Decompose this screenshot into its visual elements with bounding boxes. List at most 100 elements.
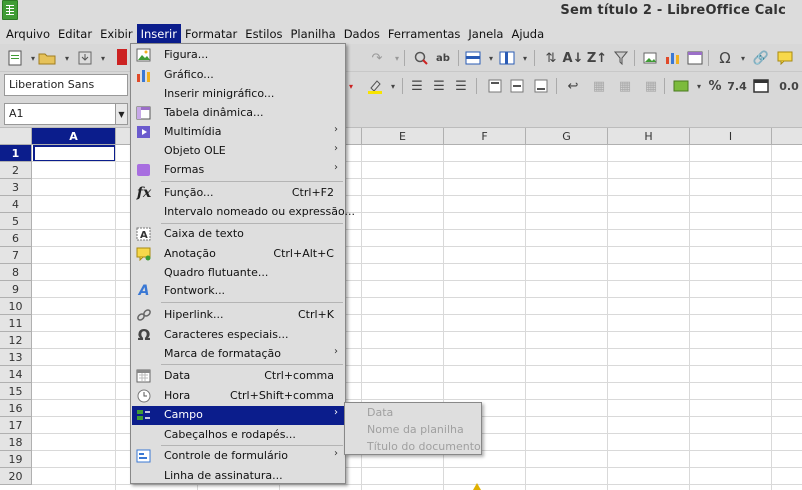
row-header[interactable]: 15 [0,383,32,400]
sort-descending-icon[interactable]: Z↑ [587,49,607,67]
sort-ascending-icon[interactable]: A↓ [563,49,584,67]
align-center-icon[interactable]: ☰ [430,77,448,95]
menu-item-quadro-flutuante[interactable]: Quadro flutuante... [132,264,344,283]
menu-dados[interactable]: Dados [340,24,384,44]
menu-estilos[interactable]: Estilos [241,24,286,44]
submenu-item-nome-da-planilha[interactable]: Nome da planilha [367,423,464,436]
menu-item-tabela-dinamica[interactable]: Tabela dinâmica... [132,104,344,123]
row-header[interactable]: 10 [0,298,32,315]
add-decimal-icon[interactable]: 0.0 [779,77,799,95]
menu-item-multimidia[interactable]: Multimídia › [132,123,344,142]
row-header[interactable]: 12 [0,332,32,349]
percent-format-icon[interactable]: % [706,77,724,95]
column-header-i[interactable]: I [690,128,772,145]
row-header[interactable]: 14 [0,366,32,383]
row-header[interactable]: 9 [0,281,32,298]
align-left-icon[interactable]: ☰ [408,77,426,95]
row-header[interactable]: 17 [0,417,32,434]
column-dropdown-icon[interactable]: ▾ [516,49,534,67]
sort-icon[interactable]: ⇅ [542,49,560,67]
menu-item-hora[interactable]: Hora Ctrl+Shift+comma [132,387,344,406]
menu-planilha[interactable]: Planilha [286,24,339,44]
align-bottom-icon[interactable] [532,77,550,95]
menu-editar[interactable]: Editar [54,24,96,44]
menu-exibir[interactable]: Exibir [96,24,137,44]
row-header[interactable]: 2 [0,162,32,179]
submenu-item-titulo-do-documento[interactable]: Título do documento [367,440,481,453]
row-header[interactable]: 4 [0,196,32,213]
merge-center-icon[interactable]: ▦ [616,77,634,95]
row-header[interactable]: 18 [0,434,32,451]
highlight-dropdown-icon[interactable]: ▾ [384,77,402,95]
row-header[interactable]: 16 [0,400,32,417]
menu-item-grafico[interactable]: Gráfico... [132,66,344,85]
menu-item-caixa-de-texto[interactable]: A Caixa de texto [132,225,344,244]
menu-item-linha-de-assinatura[interactable]: Linha de assinatura... [132,467,344,486]
row-header[interactable]: 1 [0,145,32,162]
pivot-table-icon[interactable] [686,49,704,67]
row-header[interactable]: 6 [0,230,32,247]
menu-ferramentas[interactable]: Ferramentas [384,24,464,44]
row-header[interactable]: 5 [0,213,32,230]
column-header-f[interactable]: F [444,128,526,145]
menu-item-intervalo-nomeado[interactable]: Intervalo nomeado ou expressão... [132,203,355,222]
column-header-h[interactable]: H [608,128,690,145]
menu-item-objeto-ole[interactable]: Objeto OLE › [132,142,344,161]
menu-item-caracteres-especiais[interactable]: Ω Caracteres especiais... [132,326,344,345]
menu-item-figura[interactable]: Figura... [132,46,344,65]
wrap-text-icon[interactable]: ↩ [564,77,582,95]
menu-item-controle-formulario[interactable]: Controle de formulário › [132,447,344,466]
menu-item-marca-de-formatacao[interactable]: Marca de formatação › [132,345,344,364]
redo-icon[interactable]: ↷ [368,49,386,67]
save-dropdown-icon[interactable]: ▾ [94,49,112,67]
open-folder-icon[interactable] [38,49,56,67]
autofilter-icon[interactable] [612,49,630,67]
menu-item-minigrafico[interactable]: Inserir minigráfico... [132,85,344,104]
menu-inserir[interactable]: Inserir [136,24,181,44]
menu-ajuda[interactable]: Ajuda [507,24,548,44]
unmerge-icon[interactable]: ▦ [642,77,660,95]
menu-item-fontwork[interactable]: A Fontwork... [132,282,344,301]
align-middle-icon[interactable] [508,77,526,95]
insert-chart-icon[interactable] [664,49,682,67]
column-header-j[interactable] [772,128,802,145]
spellcheck-icon[interactable]: ab [434,49,452,67]
menu-item-funcao[interactable]: fx Função... Ctrl+F2 [132,184,344,203]
menu-item-hiperlink[interactable]: Hiperlink... Ctrl+K [132,306,344,325]
row-header[interactable]: 19 [0,451,32,468]
font-name-input[interactable]: Liberation Sans [4,74,128,96]
row-header[interactable]: 7 [0,247,32,264]
special-character-icon[interactable]: Ω [716,49,734,67]
find-replace-icon[interactable] [412,49,430,67]
column-icon[interactable] [498,49,516,67]
active-cell-cursor[interactable] [33,145,116,162]
merge-cells-icon[interactable]: ▦ [590,77,608,95]
currency-format-icon[interactable] [672,77,690,95]
align-top-icon[interactable] [486,77,504,95]
highlight-color-icon[interactable] [366,77,384,95]
special-character-dropdown-icon[interactable]: ▾ [734,49,752,67]
comment-toolbar-icon[interactable] [776,49,794,67]
name-box[interactable]: A1 [4,103,116,125]
menu-janela[interactable]: Janela [464,24,507,44]
number-format-icon[interactable]: 7.4 [727,77,747,95]
save-icon[interactable] [76,49,94,67]
new-document-icon[interactable] [6,49,24,67]
menu-item-anotacao[interactable]: Anotação Ctrl+Alt+C [132,245,344,264]
row-header[interactable]: 11 [0,315,32,332]
menu-item-formas[interactable]: Formas › [132,161,344,180]
submenu-item-data[interactable]: Data [367,406,393,419]
date-format-icon[interactable] [752,77,770,95]
row-header[interactable]: 3 [0,179,32,196]
column-header-e[interactable]: E [362,128,444,145]
name-box-dropdown-icon[interactable]: ▼ [116,103,128,125]
menu-arquivo[interactable]: Arquivo [2,24,54,44]
menu-item-cabecalhos-rodapes[interactable]: Cabeçalhos e rodapés... [132,426,344,445]
row-header[interactable]: 8 [0,264,32,281]
row-header[interactable]: 20 [0,468,32,485]
menu-formatar[interactable]: Formatar [181,24,241,44]
menu-item-data[interactable]: Data Ctrl+comma [132,367,344,386]
align-right-icon[interactable]: ☰ [452,77,470,95]
row-icon[interactable] [464,49,482,67]
select-all-corner[interactable] [0,128,32,145]
